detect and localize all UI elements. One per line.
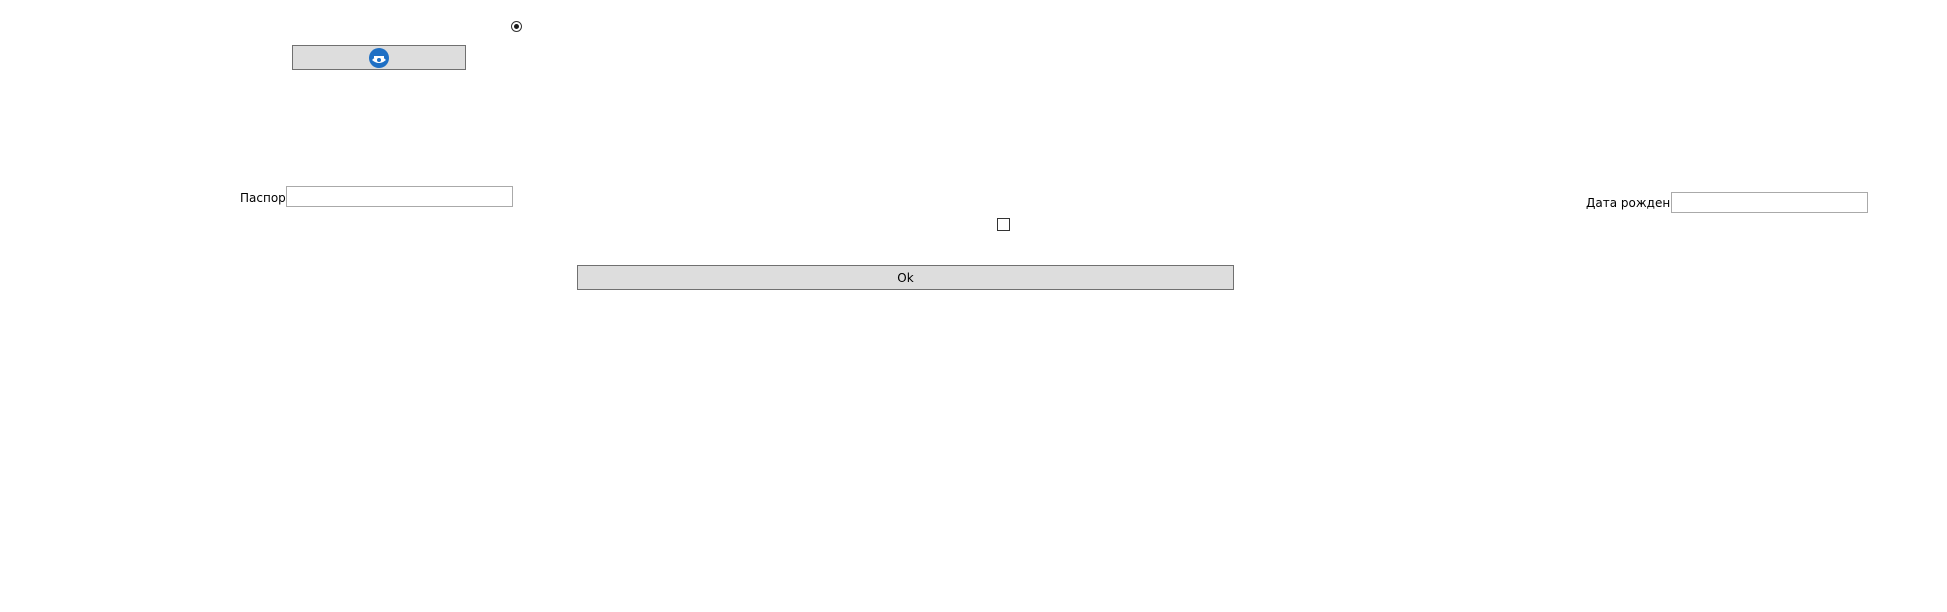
logo-icon [369,47,389,68]
logo-button[interactable] [292,45,466,70]
passport-label: Паспорт [240,191,293,205]
ok-button-label: Ok [897,270,914,285]
birthdate-input[interactable] [1671,192,1868,213]
passport-input[interactable] [286,186,513,207]
checkbox[interactable] [997,218,1010,231]
ok-button[interactable]: Ok [577,265,1234,290]
radio-button[interactable] [511,21,522,32]
radio-dot [514,24,519,29]
